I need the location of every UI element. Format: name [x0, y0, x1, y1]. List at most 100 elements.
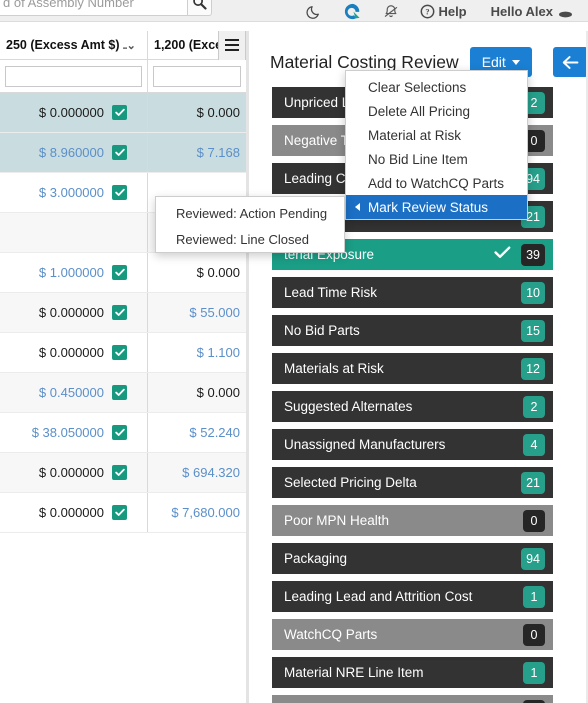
- grid-cell-value: $ 7,680.000: [171, 505, 240, 520]
- menu-item[interactable]: Material at Risk: [346, 123, 527, 147]
- metric-label: Selected Pricing Delta: [284, 475, 417, 490]
- table-row[interactable]: $ 0.000000 $ 1.100: [0, 333, 246, 373]
- submenu-item[interactable]: Reviewed: Line Closed: [156, 226, 344, 252]
- grid-cell-excess-amt-250[interactable]: $ 38.050000: [0, 413, 148, 452]
- metric-row[interactable]: WatchCQ Parts 0: [272, 619, 553, 650]
- grid-cell-excess-amt-250[interactable]: $ 8.960000: [0, 133, 148, 172]
- grid-cell-excess-1200[interactable]: $ 694.320: [148, 453, 246, 492]
- bell-notification-icon: [385, 4, 398, 17]
- metric-row[interactable]: No Bid Parts 15: [272, 315, 553, 346]
- search-button[interactable]: [187, 0, 212, 16]
- table-row[interactable]: $ 1.000000 $ 0.000: [0, 253, 246, 293]
- grid-cell-excess-amt-250[interactable]: $ 0.000000: [0, 453, 148, 492]
- help-button[interactable]: ? Help: [410, 0, 480, 22]
- checkmark-icon[interactable]: [112, 185, 127, 200]
- grid-cell-excess-1200[interactable]: $ 1.100: [148, 333, 246, 372]
- checkmark-icon[interactable]: [112, 385, 127, 400]
- metric-row[interactable]: Unpreferred Supplier Selectedi0: [272, 695, 553, 703]
- grid-cell-excess-1200[interactable]: $ 0.000: [148, 373, 246, 412]
- checkmark-icon[interactable]: [112, 265, 127, 280]
- table-row[interactable]: $ 0.000000 $ 7,680.000: [0, 493, 246, 533]
- grid-cell-excess-1200[interactable]: $ 55.000: [148, 293, 246, 332]
- top-app-bar: ? Help Hello Alex: [0, 0, 588, 22]
- grid-filter-cell-1: [0, 60, 148, 92]
- metric-row[interactable]: Poor MPN Health 0: [272, 505, 553, 536]
- table-row[interactable]: $ 0.000000 $ 0.000: [0, 93, 246, 133]
- table-row[interactable]: $ 0.450000 $ 0.000: [0, 373, 246, 413]
- checkmark-icon[interactable]: [112, 145, 127, 160]
- grid-column-header-excess-amt-250[interactable]: 250 (Excess Amt $) ..⌄: [0, 31, 148, 60]
- menu-item-label: No Bid Line Item: [368, 151, 468, 167]
- grid-cell-excess-amt-250[interactable]: $ 0.000000: [0, 493, 148, 532]
- menu-item[interactable]: Mark Review Status: [346, 195, 527, 219]
- checkmark-icon[interactable]: [112, 425, 127, 440]
- grid-column-header-excess-1200[interactable]: 1,200 (Exce: [148, 31, 246, 60]
- user-menu[interactable]: Hello Alex: [481, 0, 584, 22]
- grid-cell-value: $ 0.000000: [38, 105, 104, 120]
- checkmark-icon[interactable]: [112, 465, 127, 480]
- brand-logo-button[interactable]: [333, 0, 372, 22]
- grid-filter-input-excess-1200[interactable]: [153, 65, 241, 87]
- menu-item[interactable]: No Bid Line Item: [346, 147, 527, 171]
- grid-cell-excess-amt-250[interactable]: $ 0.000000: [0, 293, 148, 332]
- metric-label: No Bid Parts: [284, 323, 360, 338]
- metric-row-label-wrap: No Bid Parts: [284, 323, 521, 338]
- grid-cell-excess-amt-250[interactable]: $ 0.450000: [0, 373, 148, 412]
- metric-row[interactable]: Selected Pricing Delta 21: [272, 467, 553, 498]
- status-badge: 94: [521, 547, 545, 570]
- metric-row[interactable]: Lead Time Risk 10: [272, 277, 553, 308]
- grid-cell-excess-amt-250[interactable]: $ 0.000000: [0, 93, 148, 132]
- table-row[interactable]: $ 0.000000 $ 55.000: [0, 293, 246, 333]
- grid-column-header-label: 250 (Excess Amt $): [6, 38, 120, 52]
- table-row[interactable]: $ 8.960000 $ 7.168: [0, 133, 246, 173]
- topbar-actions: ? Help Hello Alex: [296, 0, 584, 22]
- menu-item[interactable]: Delete All Pricing: [346, 99, 527, 123]
- metric-row[interactable]: Unassigned Manufacturers 4: [272, 429, 553, 460]
- status-badge: 12: [521, 357, 545, 380]
- grid-cell-excess-1200[interactable]: $ 7.168: [148, 133, 246, 172]
- sort-indicator-icon[interactable]: ..⌄: [123, 39, 136, 52]
- table-row[interactable]: $ 38.050000 $ 52.240: [0, 413, 246, 453]
- metric-label: Suggested Alternates: [284, 399, 413, 414]
- metric-row[interactable]: Packaging 94: [272, 543, 553, 574]
- help-label: Help: [438, 3, 467, 19]
- menu-item[interactable]: Add to WatchCQ Parts: [346, 171, 527, 195]
- status-badge: 0: [523, 699, 545, 703]
- search-input[interactable]: [0, 0, 187, 16]
- dark-mode-toggle[interactable]: [296, 0, 333, 22]
- metric-row-label-wrap: Selected Pricing Delta: [284, 475, 521, 490]
- checkmark-icon[interactable]: [112, 345, 127, 360]
- grid-filter-input-excess-amt-250[interactable]: [5, 65, 142, 87]
- status-badge: 4: [523, 433, 545, 456]
- grid-column-menu-button[interactable]: [218, 31, 246, 60]
- menu-item[interactable]: Clear Selections: [346, 75, 527, 99]
- grid-cell-excess-amt-250[interactable]: $ 1.000000: [0, 253, 148, 292]
- grid-cell-excess-amt-250[interactable]: $ 0.000000: [0, 333, 148, 372]
- metric-row[interactable]: Leading Lead and Attrition Cost 1: [272, 581, 553, 612]
- metric-label: Poor MPN Health: [284, 513, 390, 528]
- grid-cell-excess-1200[interactable]: $ 7,680.000: [148, 493, 246, 532]
- checkmark-icon[interactable]: [112, 505, 127, 520]
- grid-cell-excess-1200[interactable]: $ 0.000: [148, 93, 246, 132]
- grid-cell-excess-amt-250[interactable]: [0, 213, 148, 252]
- search-icon: [193, 0, 207, 10]
- grid-filter-row: [0, 60, 246, 93]
- grid-cell-value: $ 0.000: [196, 265, 240, 280]
- edit-dropdown-menu: Clear Selections Delete All Pricing Materi…: [345, 70, 528, 220]
- submenu-item[interactable]: Reviewed: Action Pending: [156, 200, 344, 226]
- grid-cell-excess-amt-250[interactable]: $ 3.000000: [0, 173, 148, 212]
- metric-row[interactable]: Material NRE Line Item 1: [272, 657, 553, 688]
- checkmark-icon[interactable]: [112, 305, 127, 320]
- checkmark-icon[interactable]: [112, 105, 127, 120]
- metric-row[interactable]: Suggested Alternates 2: [272, 391, 553, 422]
- grid-cell-excess-1200[interactable]: $ 52.240: [148, 413, 246, 452]
- grid-cell-value: $ 3.000000: [38, 185, 104, 200]
- metric-row[interactable]: Materials at Risk 12: [272, 353, 553, 384]
- back-button[interactable]: [552, 47, 588, 77]
- grid-cell-value: $ 8.960000: [38, 145, 104, 160]
- selected-checkmark-icon: [494, 245, 511, 264]
- metric-row-label-wrap: Materials at Risk: [284, 361, 521, 376]
- notifications-button[interactable]: [372, 0, 410, 22]
- table-row[interactable]: $ 0.000000 $ 694.320: [0, 453, 246, 493]
- grid-cell-excess-1200[interactable]: $ 0.000: [148, 253, 246, 292]
